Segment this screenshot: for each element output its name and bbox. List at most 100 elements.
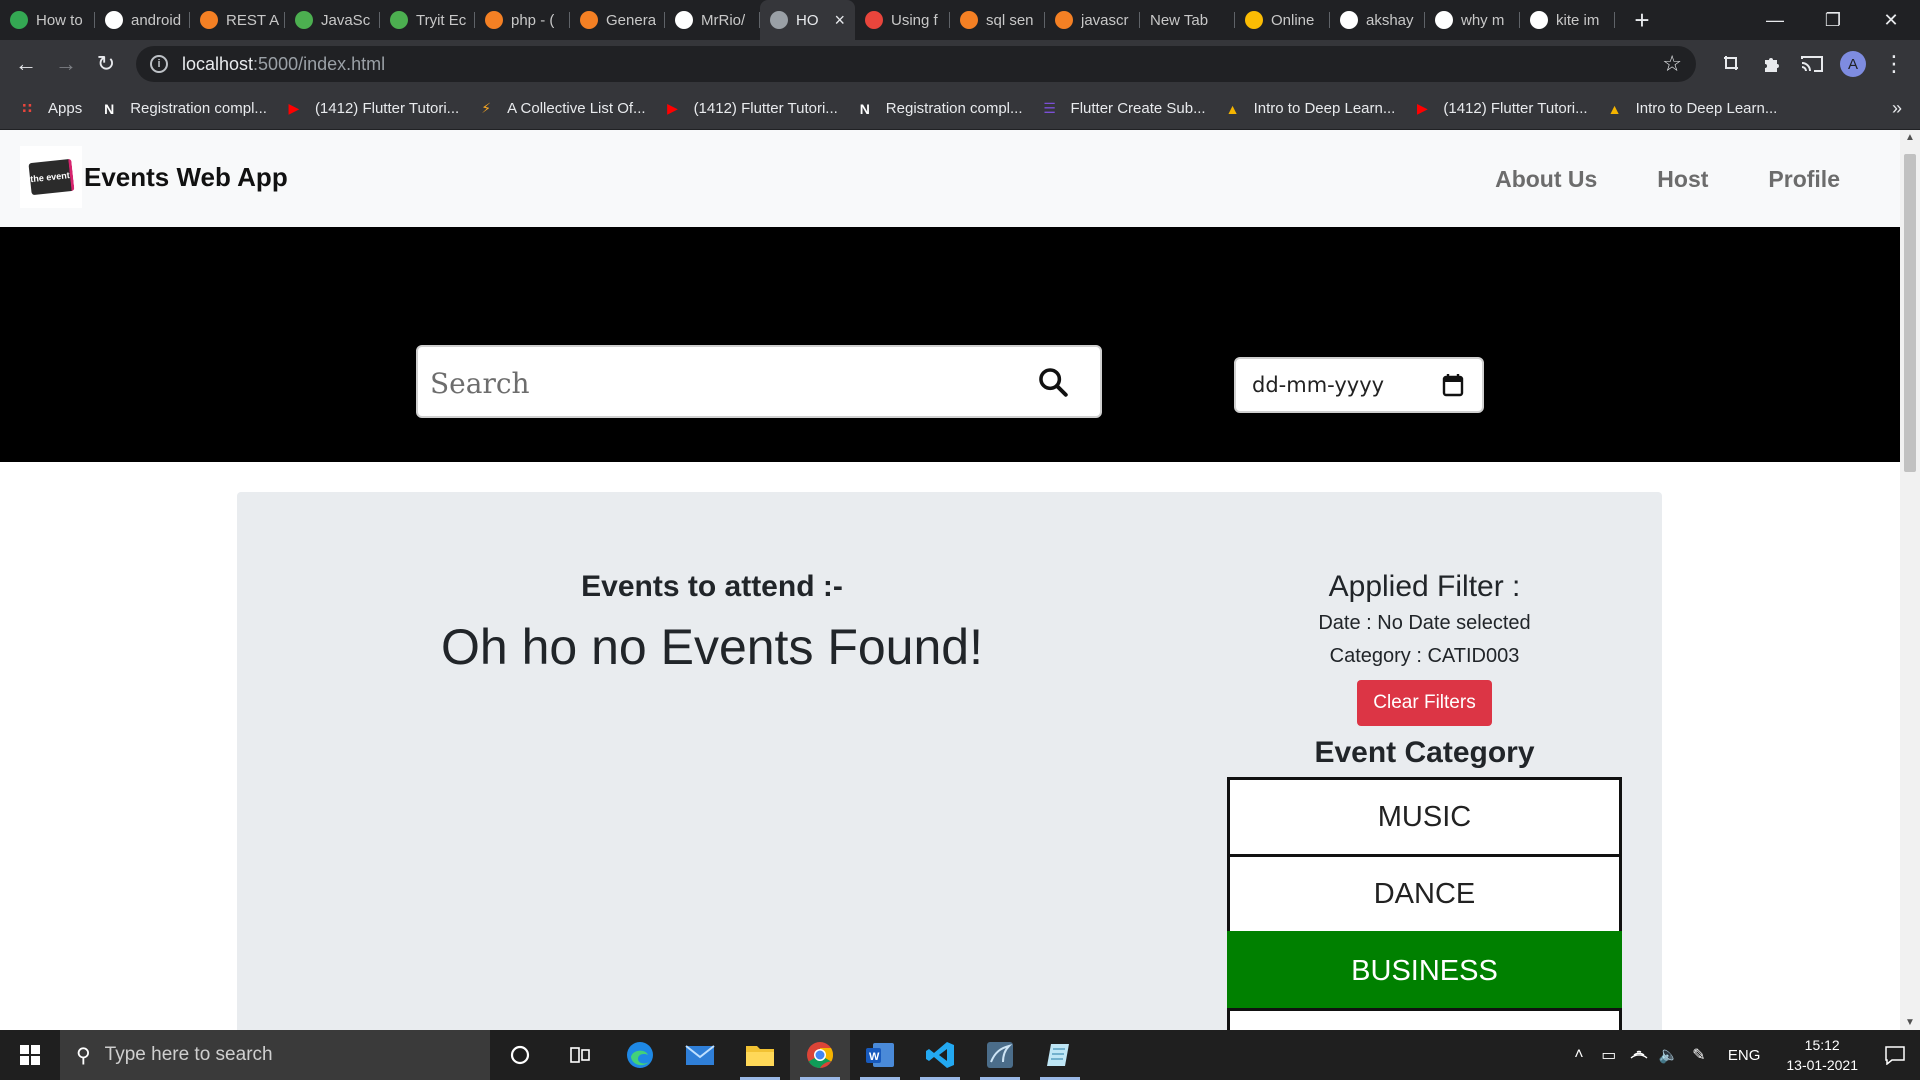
notion-icon: N bbox=[859, 100, 870, 117]
browser-tab[interactable]: android bbox=[95, 0, 190, 40]
bookmark-label: Registration compl... bbox=[885, 100, 1023, 117]
profile-avatar[interactable]: A bbox=[1840, 51, 1866, 77]
close-window-icon[interactable]: ✕ bbox=[1862, 0, 1920, 40]
extensions-puzzle-icon[interactable] bbox=[1752, 44, 1792, 84]
clear-filters-button[interactable]: Clear Filters bbox=[1357, 680, 1492, 726]
browser-tab[interactable]: sql sen bbox=[950, 0, 1045, 40]
browser-tab[interactable]: javascr bbox=[1045, 0, 1140, 40]
browser-tab[interactable]: why m bbox=[1425, 0, 1520, 40]
category-business[interactable]: BUSINESS bbox=[1227, 931, 1622, 1011]
youtube-icon: ▶ bbox=[667, 100, 678, 116]
windows-taskbar: ⚲ Type here to search W ˄ ▭ 🔈 ✎ ENG 15:1… bbox=[0, 1030, 1920, 1080]
browser-tab[interactable]: How to bbox=[0, 0, 95, 40]
reload-icon[interactable]: ↻ bbox=[86, 44, 126, 84]
search-input[interactable] bbox=[428, 357, 992, 409]
w3schools-icon bbox=[295, 11, 313, 29]
nav-host[interactable]: Host bbox=[1657, 166, 1708, 193]
w3schools-icon bbox=[390, 11, 408, 29]
bookmark-item[interactable]: ▶ (1412) Flutter Tutori... bbox=[1413, 100, 1588, 117]
browser-tab[interactable]: akshay bbox=[1330, 0, 1425, 40]
browser-tab[interactable]: JavaSc bbox=[285, 0, 380, 40]
category-next[interactable] bbox=[1227, 1008, 1622, 1030]
nav-profile[interactable]: Profile bbox=[1768, 166, 1840, 193]
bookmark-item[interactable]: ▶ (1412) Flutter Tutori... bbox=[664, 100, 838, 117]
browser-tab[interactable]: Tryit Ec bbox=[380, 0, 475, 40]
window-controls: — ❐ ✕ bbox=[1746, 0, 1920, 40]
volume-icon[interactable]: 🔈 bbox=[1654, 1045, 1684, 1065]
address-bar[interactable]: i localhost:5000/index.html ☆ bbox=[136, 46, 1696, 82]
search-icon[interactable] bbox=[1036, 365, 1070, 399]
browser-tab[interactable]: REST A bbox=[190, 0, 285, 40]
forward-icon[interactable]: → bbox=[46, 44, 86, 84]
bookmarks-bar: ∷ Apps N Registration compl... ▶ (1412) Flutt… bbox=[0, 88, 1920, 130]
stackoverflow-icon bbox=[580, 11, 598, 29]
file-explorer-icon[interactable] bbox=[730, 1030, 790, 1080]
calendar-icon[interactable] bbox=[1442, 373, 1464, 397]
back-icon[interactable]: ← bbox=[6, 44, 46, 84]
bookmark-item[interactable]: ∷ Apps bbox=[18, 100, 82, 117]
new-tab-icon[interactable]: + bbox=[1629, 5, 1655, 36]
minimize-icon[interactable]: — bbox=[1746, 0, 1804, 40]
tray-chevron-up-icon[interactable]: ˄ bbox=[1564, 1046, 1594, 1064]
page-scrollbar[interactable]: ▲ ▼ bbox=[1900, 130, 1920, 1030]
task-view-icon[interactable] bbox=[550, 1030, 610, 1080]
clock[interactable]: 15:12 13-01-2021 bbox=[1786, 1035, 1858, 1075]
tab-title: HO bbox=[796, 11, 819, 29]
nav-about-us[interactable]: About Us bbox=[1495, 166, 1597, 193]
browser-tab[interactable]: New Tab bbox=[1140, 0, 1235, 40]
battery-icon[interactable]: ▭ bbox=[1594, 1045, 1624, 1065]
cast-icon[interactable] bbox=[1792, 44, 1832, 84]
taskbar-search[interactable]: ⚲ Type here to search bbox=[60, 1030, 490, 1080]
browser-tab[interactable]: MrRio/ bbox=[665, 0, 760, 40]
bookmark-item[interactable]: ▲ Intro to Deep Learn... bbox=[1224, 100, 1396, 117]
notepad-icon[interactable] bbox=[1030, 1030, 1090, 1080]
bookmark-star-icon[interactable]: ☆ bbox=[1662, 51, 1682, 77]
site-info-icon[interactable]: i bbox=[150, 55, 168, 73]
more-bookmarks-icon[interactable]: » bbox=[1892, 98, 1902, 119]
chrome-icon[interactable] bbox=[790, 1030, 850, 1080]
browser-tab[interactable]: kite im bbox=[1520, 0, 1615, 40]
search-box bbox=[416, 345, 1102, 418]
bookmark-item[interactable]: ☰ Flutter Create Sub... bbox=[1041, 100, 1205, 117]
language-indicator[interactable]: ENG bbox=[1728, 1047, 1761, 1064]
bookmark-item[interactable]: ▲ Intro to Deep Learn... bbox=[1606, 100, 1778, 117]
brand-logo: the event bbox=[20, 146, 82, 208]
cortana-icon[interactable] bbox=[490, 1030, 550, 1080]
edge-icon[interactable] bbox=[610, 1030, 670, 1080]
github-icon bbox=[1340, 11, 1358, 29]
mail-icon[interactable] bbox=[670, 1030, 730, 1080]
tab-active[interactable]: HO × bbox=[760, 0, 855, 40]
windows-start-icon[interactable] bbox=[0, 1030, 60, 1080]
browser-tab[interactable]: Using f bbox=[855, 0, 950, 40]
bookmark-item[interactable]: N Registration compl... bbox=[856, 100, 1023, 117]
bookmark-item[interactable]: N Registration compl... bbox=[100, 100, 267, 117]
url-host: localhost bbox=[182, 53, 254, 74]
scroll-up-icon[interactable]: ▲ bbox=[1900, 132, 1920, 143]
tab-title: Tryit Ec bbox=[416, 11, 467, 29]
browser-tab[interactable]: php - ( bbox=[475, 0, 570, 40]
wifi-icon[interactable] bbox=[1624, 1046, 1654, 1065]
brand[interactable]: the event Events Web App bbox=[20, 146, 288, 208]
pen-icon[interactable]: ✎ bbox=[1684, 1045, 1714, 1065]
bookmark-item[interactable]: ⚡ A Collective List Of... bbox=[477, 100, 645, 117]
browser-tab[interactable]: Genera bbox=[570, 0, 665, 40]
vscode-icon[interactable] bbox=[910, 1030, 970, 1080]
category-dance[interactable]: DANCE bbox=[1227, 854, 1622, 934]
close-tab-icon[interactable]: × bbox=[834, 10, 845, 31]
menu-kebab-icon[interactable]: ⋮ bbox=[1874, 44, 1914, 84]
tab-title: php - ( bbox=[511, 11, 555, 29]
browser-tab[interactable]: Online bbox=[1235, 0, 1330, 40]
screenshot-icon[interactable] bbox=[1712, 44, 1752, 84]
bookmark-item[interactable]: ▶ (1412) Flutter Tutori... bbox=[285, 100, 460, 117]
restore-icon[interactable]: ❐ bbox=[1804, 0, 1862, 40]
notification-icon[interactable] bbox=[1870, 1030, 1920, 1080]
date-picker[interactable]: dd-mm-yyyy bbox=[1234, 357, 1484, 413]
scroll-down-icon[interactable]: ▼ bbox=[1900, 1017, 1920, 1028]
url-text[interactable]: localhost:5000/index.html bbox=[182, 54, 385, 75]
scroll-thumb[interactable] bbox=[1904, 154, 1916, 472]
word-icon[interactable]: W bbox=[850, 1030, 910, 1080]
bookmark-label: A Collective List Of... bbox=[507, 100, 646, 117]
mysql-workbench-icon[interactable] bbox=[970, 1030, 1030, 1080]
bookmark-label: Intro to Deep Learn... bbox=[1635, 100, 1778, 117]
category-music[interactable]: MUSIC bbox=[1227, 777, 1622, 857]
